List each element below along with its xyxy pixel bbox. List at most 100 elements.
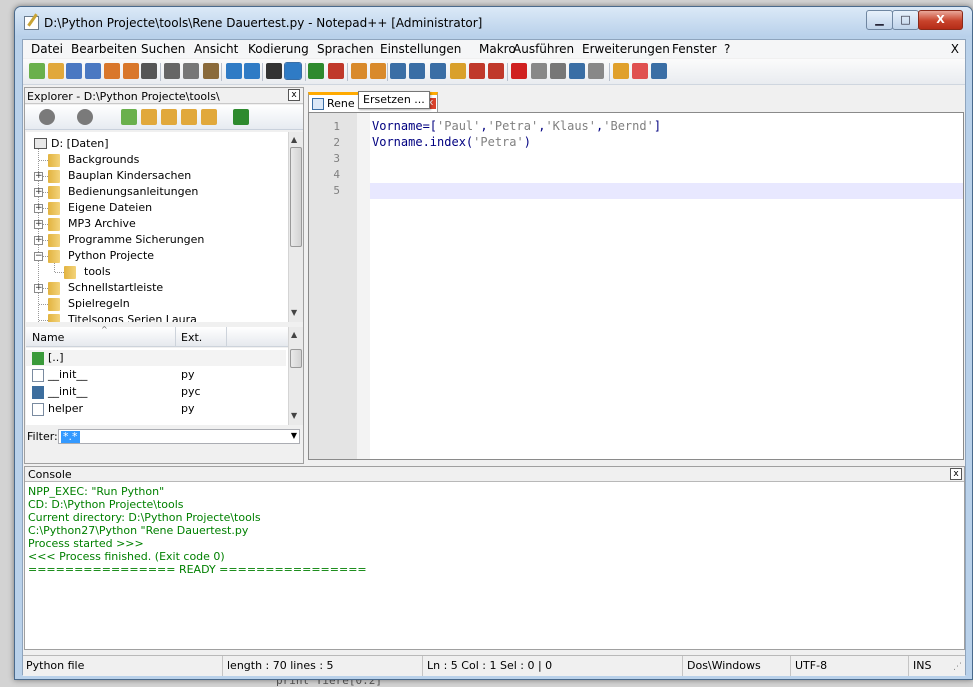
save-macro-icon[interactable] — [588, 63, 604, 79]
tree-scrollbar[interactable]: ▲ ▼ — [288, 132, 303, 322]
title-bar[interactable]: D:\Python Projecte\tools\Rene Dauertest.… — [15, 7, 972, 37]
print-icon[interactable] — [141, 63, 157, 79]
new-file-icon[interactable] — [121, 109, 137, 125]
menu-ausf-hren[interactable]: Ausführen — [513, 42, 574, 56]
new-folder-icon[interactable] — [141, 109, 157, 125]
expand-icon[interactable]: + — [34, 284, 43, 293]
tree-item[interactable]: Titelsongs Serien Laura — [26, 312, 288, 322]
menu-einstellungen[interactable]: Einstellungen — [380, 42, 461, 56]
folder-tree[interactable]: D: [Daten] Backgrounds + Bauplan Kindersach… — [26, 132, 288, 322]
code-line[interactable]: Vorname=['Paul','Petra','Klaus','Bernd'] — [372, 119, 661, 133]
explorer-close-button[interactable]: x — [288, 89, 300, 101]
play-macro-icon[interactable] — [550, 63, 566, 79]
stop-record-icon[interactable] — [531, 63, 547, 79]
record-macro-icon[interactable] — [511, 63, 527, 79]
zoom-out-icon[interactable] — [328, 63, 344, 79]
tree-item[interactable]: + Programme Sicherungen — [26, 232, 288, 248]
scroll-down-arrow-icon[interactable]: ▼ — [291, 411, 297, 420]
replace-icon[interactable] — [284, 62, 302, 80]
function-list-icon[interactable] — [488, 63, 504, 79]
console-icon[interactable] — [651, 63, 667, 79]
filter-dropdown-icon[interactable]: ▼ — [291, 431, 297, 440]
expand-icon[interactable]: + — [34, 236, 43, 245]
run-multiple-icon[interactable] — [569, 63, 585, 79]
maximize-button[interactable]: □ — [892, 10, 919, 30]
tree-item[interactable]: tools — [26, 264, 288, 280]
sync-horizontal-icon[interactable] — [370, 63, 386, 79]
save-all-icon[interactable] — [85, 63, 101, 79]
scroll-down-arrow-icon[interactable]: ▼ — [291, 308, 297, 317]
expand-icon[interactable]: + — [34, 204, 43, 213]
file-list-scrollbar[interactable]: ▲ ▼ — [288, 327, 303, 425]
paste-icon[interactable] — [203, 63, 219, 79]
menu-suchen[interactable]: Suchen — [141, 42, 185, 56]
back-icon[interactable] — [39, 109, 55, 125]
open-file-icon[interactable] — [48, 63, 64, 79]
menu-bearbeiten[interactable]: Bearbeiten — [71, 42, 137, 56]
new-file-icon[interactable] — [29, 63, 45, 79]
zoom-in-icon[interactable] — [308, 63, 324, 79]
resize-grip-icon[interactable]: ⋰ — [953, 662, 962, 672]
code-editor[interactable]: 1 Vorname=['Paul','Petra','Klaus','Bernd'… — [308, 112, 964, 460]
scroll-up-arrow-icon[interactable]: ▲ — [291, 330, 297, 339]
tree-scroll-thumb[interactable] — [290, 147, 302, 247]
user-folder-icon[interactable] — [181, 109, 197, 125]
menu-fenster[interactable]: Fenster — [672, 42, 717, 56]
indent-guide-icon[interactable] — [430, 63, 446, 79]
doc-map-icon[interactable] — [469, 63, 485, 79]
save-icon[interactable] — [66, 63, 82, 79]
forward-icon[interactable] — [77, 109, 93, 125]
fold-margin[interactable] — [357, 113, 370, 459]
find-icon[interactable] — [266, 63, 282, 79]
menu-datei[interactable]: Datei — [31, 42, 63, 56]
menu-kodierung[interactable]: Kodierung — [248, 42, 309, 56]
console-close-button[interactable]: x — [950, 468, 962, 480]
tree-item[interactable]: + Bauplan Kindersachen — [26, 168, 288, 184]
scroll-up-arrow-icon[interactable]: ▲ — [291, 135, 297, 144]
sync-vertical-icon[interactable] — [351, 63, 367, 79]
tree-item[interactable]: Backgrounds — [26, 152, 288, 168]
file-row[interactable]: helper py — [26, 401, 286, 417]
file-scroll-thumb[interactable] — [290, 349, 302, 368]
cut-icon[interactable] — [164, 63, 180, 79]
expand-icon[interactable]: + — [34, 172, 43, 181]
tree-item[interactable]: − Python Projecte — [26, 248, 288, 264]
console-output[interactable]: NPP_EXEC: "Run Python" CD: D:\Python Proj… — [28, 485, 958, 647]
file-row[interactable]: __init__ py — [26, 367, 286, 383]
filter-input[interactable]: *.* ▼ — [58, 429, 300, 444]
open-folder-icon[interactable] — [161, 109, 177, 125]
expand-icon[interactable]: + — [34, 220, 43, 229]
tree-item[interactable]: + Bedienungsanleitungen — [26, 184, 288, 200]
user-language-icon[interactable] — [450, 63, 466, 79]
column-name-header[interactable]: Name — [32, 331, 64, 344]
favorites-icon[interactable] — [632, 63, 648, 79]
explorer-icon[interactable] — [613, 63, 629, 79]
refresh-icon[interactable] — [233, 109, 249, 125]
close-icon[interactable] — [104, 63, 120, 79]
minimize-button[interactable]: ▁ — [866, 10, 893, 30]
file-row[interactable]: [..] — [26, 350, 286, 366]
close-all-icon[interactable] — [123, 63, 139, 79]
tree-item[interactable]: + Schnellstartleiste — [26, 280, 288, 296]
tree-item[interactable]: Spielregeln — [26, 296, 288, 312]
collapse-icon[interactable]: − — [34, 252, 43, 261]
tree-item[interactable]: D: [Daten] — [26, 136, 288, 152]
tree-item[interactable]: + Eigene Dateien — [26, 200, 288, 216]
word-wrap-icon[interactable] — [390, 63, 406, 79]
menu-sprachen[interactable]: Sprachen — [317, 42, 374, 56]
expand-icon[interactable]: + — [34, 188, 43, 197]
tree-item[interactable]: + MP3 Archive — [26, 216, 288, 232]
show-all-chars-icon[interactable] — [409, 63, 425, 79]
favorites-folder-icon[interactable] — [201, 109, 217, 125]
redo-icon[interactable] — [244, 63, 260, 79]
column-ext-header[interactable]: Ext. — [181, 331, 202, 344]
menu-close-document[interactable]: X — [951, 42, 959, 56]
menu-erweiterungen[interactable]: Erweiterungen — [582, 42, 670, 56]
menu--[interactable]: ? — [724, 42, 730, 56]
file-row[interactable]: __init__ pyc — [26, 384, 286, 400]
menu-makro[interactable]: Makro — [479, 42, 516, 56]
file-list[interactable]: [..] __init__ py __init__ pyc helper py — [26, 348, 288, 425]
copy-icon[interactable] — [183, 63, 199, 79]
code-line[interactable]: Vorname.index('Petra') — [372, 135, 531, 149]
undo-icon[interactable] — [226, 63, 242, 79]
